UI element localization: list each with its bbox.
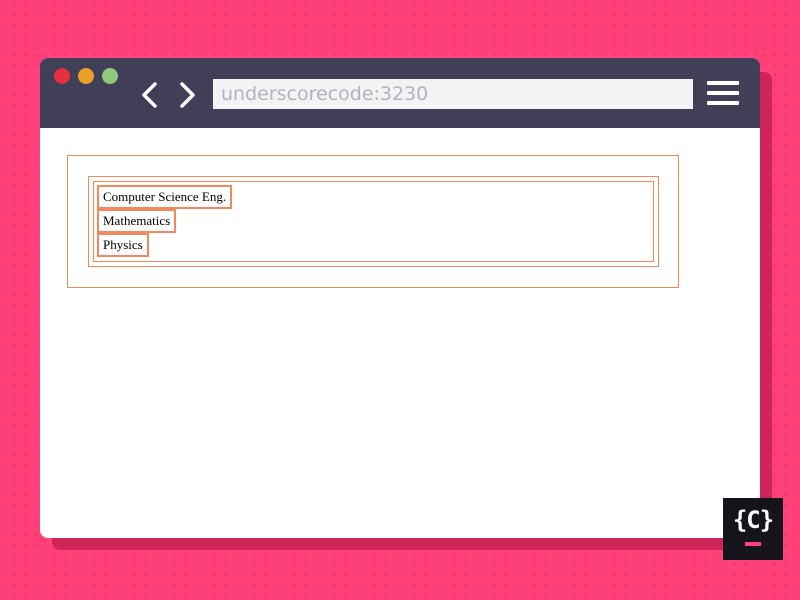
chevron-left-icon	[142, 82, 157, 108]
list-item: Physics	[97, 233, 149, 257]
minimize-window-button[interactable]	[78, 68, 94, 84]
list-item: Computer Science Eng.	[97, 185, 233, 209]
menu-line	[707, 101, 739, 105]
menu-line	[707, 91, 739, 95]
back-button[interactable]	[137, 80, 163, 110]
browser-window: underscorecode:3230 Computer Science Eng…	[40, 58, 760, 538]
close-window-button[interactable]	[54, 68, 70, 84]
chevron-right-icon	[180, 82, 195, 108]
address-bar[interactable]: underscorecode:3230	[213, 79, 693, 109]
hamburger-menu-icon[interactable]	[707, 80, 739, 108]
menu-line	[707, 81, 739, 85]
forward-button[interactable]	[174, 80, 200, 110]
maximize-window-button[interactable]	[102, 68, 118, 84]
curly-braces-c-logo-icon: {C}	[723, 498, 783, 560]
address-text: underscorecode:3230	[221, 83, 429, 105]
list-item: Mathematics	[97, 209, 177, 233]
browser-toolbar: underscorecode:3230	[40, 58, 760, 128]
